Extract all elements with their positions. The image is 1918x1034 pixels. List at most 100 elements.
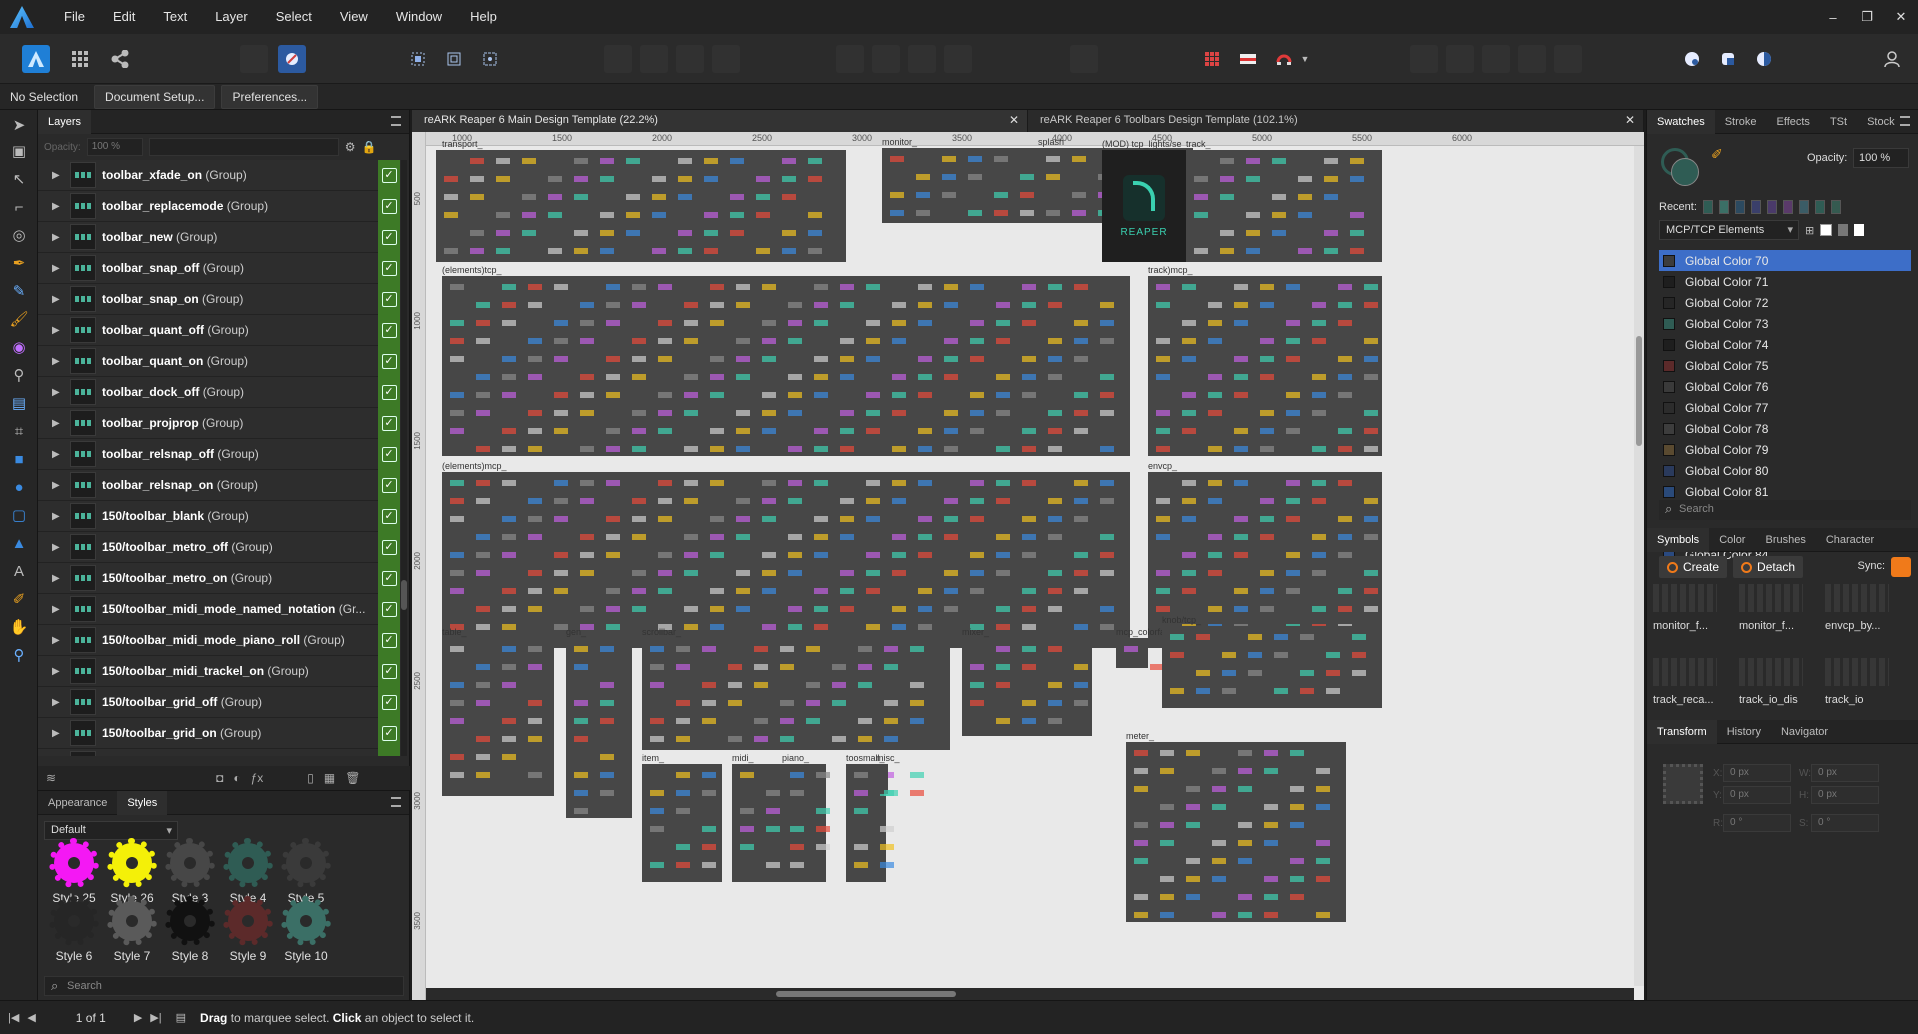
recent-color-chip[interactable]	[1798, 200, 1809, 214]
vertical-ruler[interactable]: 500 1000 1500 2000 2500 3000 3500	[412, 132, 426, 1000]
canvas-vertical-scrollbar[interactable]	[1634, 146, 1644, 986]
document-setup-button[interactable]: Document Setup...	[94, 84, 216, 109]
artboard[interactable]	[642, 764, 722, 882]
boolean-intersect-icon[interactable]	[1482, 45, 1510, 73]
place-image-tool-icon[interactable]: ▤	[8, 392, 30, 414]
ellipse-tool-icon[interactable]: ●	[8, 476, 30, 498]
tab-stroke[interactable]: Stroke	[1715, 110, 1767, 134]
symbol-item[interactable]: monitor_f...	[1647, 584, 1727, 644]
layer-row[interactable]: ▶ toolbar_new (Group)	[38, 222, 400, 253]
order-backward-icon[interactable]	[640, 45, 668, 73]
view-tool-icon[interactable]: ✋	[8, 616, 30, 638]
order-back-icon[interactable]	[604, 45, 632, 73]
layer-settings-gear-icon[interactable]: ⚙	[345, 140, 356, 154]
pixel-persona-icon[interactable]	[66, 45, 94, 73]
layer-row[interactable]: ▶ 150/toolbar_midi_mode_named_notation (G…	[38, 594, 400, 625]
symbol-item[interactable]: monitor_f...	[1733, 584, 1813, 644]
expand-arrow-icon[interactable]: ▶	[52, 325, 70, 336]
style-swatch[interactable]: Style 7	[102, 896, 162, 967]
tab-toolbars-design-template[interactable]: reARK Reaper 6 Toolbars Design Template …	[1028, 110, 1644, 132]
tab-character[interactable]: Character	[1816, 528, 1884, 552]
transform-origin-icon[interactable]	[440, 45, 468, 73]
menu-file[interactable]: File	[50, 0, 99, 34]
layer-row[interactable]: ▶ toolbar_replacemode (Group)	[38, 191, 400, 222]
visibility-checkbox[interactable]	[378, 594, 400, 625]
artboard[interactable]	[442, 472, 1130, 648]
expand-arrow-icon[interactable]: ▶	[52, 201, 70, 212]
layer-row[interactable]: ▶ toolbar_relsnap_off (Group)	[38, 439, 400, 470]
swatch-opacity-field[interactable]: 100 %	[1853, 148, 1909, 168]
rounded-rect-tool-icon[interactable]: ▢	[8, 504, 30, 526]
white-swatch[interactable]	[1854, 224, 1865, 236]
tab-color[interactable]: Color	[1709, 528, 1755, 552]
visibility-checkbox[interactable]	[378, 284, 400, 315]
visibility-checkbox[interactable]	[378, 346, 400, 377]
styles-search-input[interactable]: Search	[44, 976, 404, 996]
pencil-tool-icon[interactable]: ✎	[8, 280, 30, 302]
visibility-checkbox[interactable]	[378, 439, 400, 470]
layer-row[interactable]: ▶ toolbar_xfade_on (Group)	[38, 160, 400, 191]
grey-swatch[interactable]	[1838, 224, 1849, 236]
layer-opacity-field[interactable]: 100 %	[86, 138, 143, 156]
artboard[interactable]	[962, 638, 1092, 736]
close-tab-icon[interactable]: ✕	[1009, 113, 1019, 127]
menu-select[interactable]: Select	[262, 0, 326, 34]
swatch-row[interactable]: Global Color 80	[1659, 460, 1911, 481]
artboard[interactable]	[1162, 626, 1382, 708]
swatch-row[interactable]: Global Color 78	[1659, 418, 1911, 439]
align-distribute-icon[interactable]	[944, 45, 972, 73]
blend-mode-select[interactable]	[148, 138, 339, 156]
artboard[interactable]	[1116, 638, 1164, 670]
horizontal-ruler[interactable]: 1000 1500 2000 2500 3000 3500 4000 4500 5000 5500…	[412, 132, 1644, 146]
swatch-row[interactable]: Global Color 76	[1659, 376, 1911, 397]
recent-color-chip[interactable]	[1830, 200, 1841, 214]
close-tab-icon[interactable]: ✕	[1625, 113, 1635, 127]
color-picker-tool-icon[interactable]: ✐	[8, 588, 30, 610]
prev-page-icon[interactable]: ◀	[27, 1011, 35, 1024]
x-field[interactable]: 0 px	[1723, 764, 1791, 782]
palette-select[interactable]: MCP/TCP Elements	[1659, 220, 1799, 240]
snap-options-chevron-icon[interactable]: ▼	[1298, 45, 1312, 73]
recent-color-chip[interactable]	[1782, 200, 1793, 214]
expand-arrow-icon[interactable]: ▶	[52, 232, 70, 243]
shear-field[interactable]: 0 °	[1811, 814, 1879, 832]
style-swatch[interactable]: Style 9	[218, 896, 278, 967]
add-pixel-layer-icon[interactable]: ▦	[324, 771, 335, 785]
visibility-checkbox[interactable]	[378, 315, 400, 346]
grid-icon[interactable]	[1198, 45, 1226, 73]
visibility-checkbox[interactable]	[378, 222, 400, 253]
expand-arrow-icon[interactable]: ▶	[52, 387, 70, 398]
move-tool-icon[interactable]: ➤	[8, 114, 30, 136]
visibility-checkbox[interactable]	[378, 253, 400, 284]
transform-objects-icon[interactable]	[404, 45, 432, 73]
vector-brush-tool-icon[interactable]: 🖌	[8, 308, 30, 330]
artboard[interactable]	[566, 638, 632, 818]
tab-navigator[interactable]: Navigator	[1771, 720, 1838, 744]
symbol-item[interactable]: track_io	[1819, 658, 1899, 718]
menu-help[interactable]: Help	[456, 0, 511, 34]
swatch-row[interactable]: Global Color 75	[1659, 355, 1911, 376]
visibility-checkbox[interactable]	[378, 718, 400, 749]
w-field[interactable]: 0 px	[1811, 764, 1879, 782]
expand-arrow-icon[interactable]: ▶	[52, 635, 70, 646]
layer-row[interactable]: ▶ 150/toolbar_metro_on (Group)	[38, 563, 400, 594]
panel-menu-icon[interactable]	[391, 797, 401, 807]
menu-edit[interactable]: Edit	[99, 0, 149, 34]
crop-tool-icon[interactable]: ⌗	[8, 420, 30, 442]
rotation-field[interactable]: 0 °	[1723, 814, 1791, 832]
snapping-icon[interactable]	[278, 45, 306, 73]
align-center-icon[interactable]	[872, 45, 900, 73]
swatch-row[interactable]: Global Color 72	[1659, 292, 1911, 313]
export-persona-icon[interactable]	[106, 45, 134, 73]
visibility-checkbox[interactable]	[378, 377, 400, 408]
artistic-text-tool-icon[interactable]: A	[8, 560, 30, 582]
add-layer-icon[interactable]: ▯	[307, 771, 314, 785]
transparency-tool-icon[interactable]: ⚲	[8, 364, 30, 386]
none-swatch-icon[interactable]	[1820, 224, 1833, 236]
panel-menu-icon[interactable]	[1900, 116, 1910, 126]
corner-tool-icon[interactable]: ⌐	[8, 196, 30, 218]
artboard[interactable]	[1148, 276, 1382, 456]
transform-bounds-icon[interactable]	[476, 45, 504, 73]
point-transform-tool-icon[interactable]: ◎	[8, 224, 30, 246]
y-field[interactable]: 0 px	[1723, 786, 1791, 804]
